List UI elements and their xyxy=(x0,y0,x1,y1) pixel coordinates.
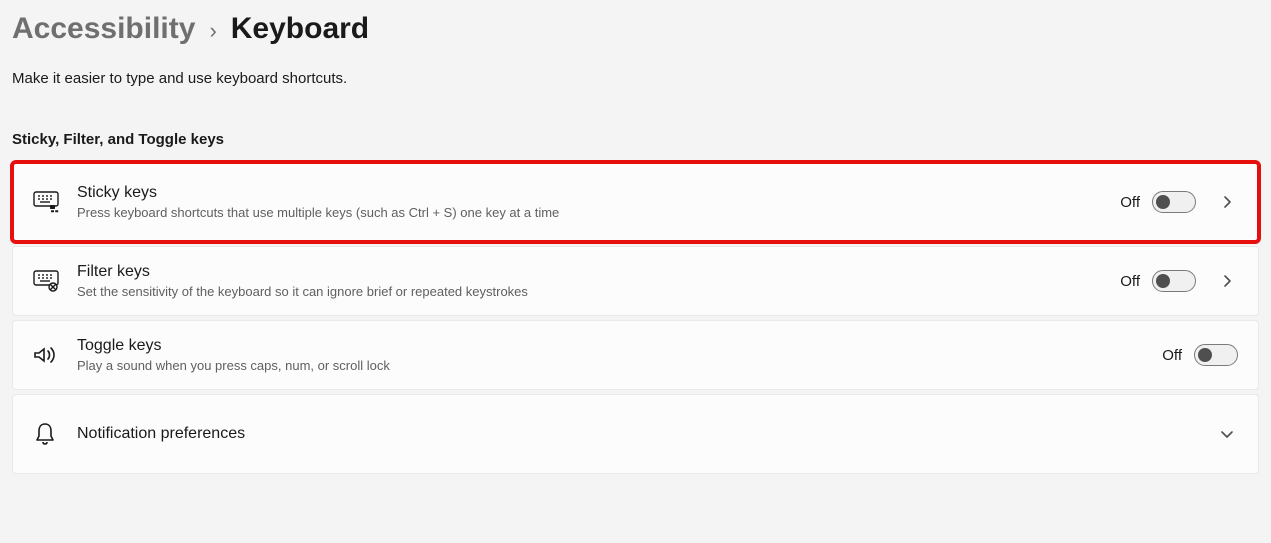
sticky-keys-icon xyxy=(33,191,77,213)
toggle-knob xyxy=(1198,348,1212,362)
toggle-keys-icon xyxy=(33,344,77,366)
setting-row-sticky-keys[interactable]: Sticky keys Press keyboard shortcuts tha… xyxy=(12,162,1259,242)
breadcrumb-separator-icon: › xyxy=(209,18,216,44)
section-heading: Sticky, Filter, and Toggle keys xyxy=(12,131,1259,148)
breadcrumb-parent[interactable]: Accessibility xyxy=(12,12,195,46)
setting-title: Toggle keys xyxy=(77,335,1162,357)
sticky-keys-toggle[interactable] xyxy=(1152,191,1196,213)
breadcrumb: Accessibility › Keyboard xyxy=(12,12,1259,46)
expand-sticky-keys-button[interactable] xyxy=(1216,195,1238,209)
toggle-knob xyxy=(1156,195,1170,209)
expand-filter-keys-button[interactable] xyxy=(1216,274,1238,288)
setting-title: Notification preferences xyxy=(77,423,1208,445)
toggle-state-label: Off xyxy=(1120,273,1140,290)
expand-notification-preferences-button[interactable] xyxy=(1216,427,1238,441)
filter-keys-toggle[interactable] xyxy=(1152,270,1196,292)
toggle-state-label: Off xyxy=(1120,194,1140,211)
bell-icon xyxy=(33,421,77,447)
toggle-state-label: Off xyxy=(1162,347,1182,364)
setting-row-notification-preferences[interactable]: Notification preferences xyxy=(12,394,1259,474)
toggle-knob xyxy=(1156,274,1170,288)
setting-title: Sticky keys xyxy=(77,182,1120,204)
filter-keys-icon xyxy=(33,270,77,292)
setting-row-filter-keys[interactable]: Filter keys Set the sensitivity of the k… xyxy=(12,246,1259,316)
setting-description: Play a sound when you press caps, num, o… xyxy=(77,357,1162,375)
setting-title: Filter keys xyxy=(77,261,1120,283)
setting-row-toggle-keys[interactable]: Toggle keys Play a sound when you press … xyxy=(12,320,1259,390)
setting-description: Set the sensitivity of the keyboard so i… xyxy=(77,283,1120,301)
toggle-keys-toggle[interactable] xyxy=(1194,344,1238,366)
page-subtitle: Make it easier to type and use keyboard … xyxy=(12,70,1259,87)
breadcrumb-current: Keyboard xyxy=(231,12,369,46)
setting-description: Press keyboard shortcuts that use multip… xyxy=(77,204,1120,222)
